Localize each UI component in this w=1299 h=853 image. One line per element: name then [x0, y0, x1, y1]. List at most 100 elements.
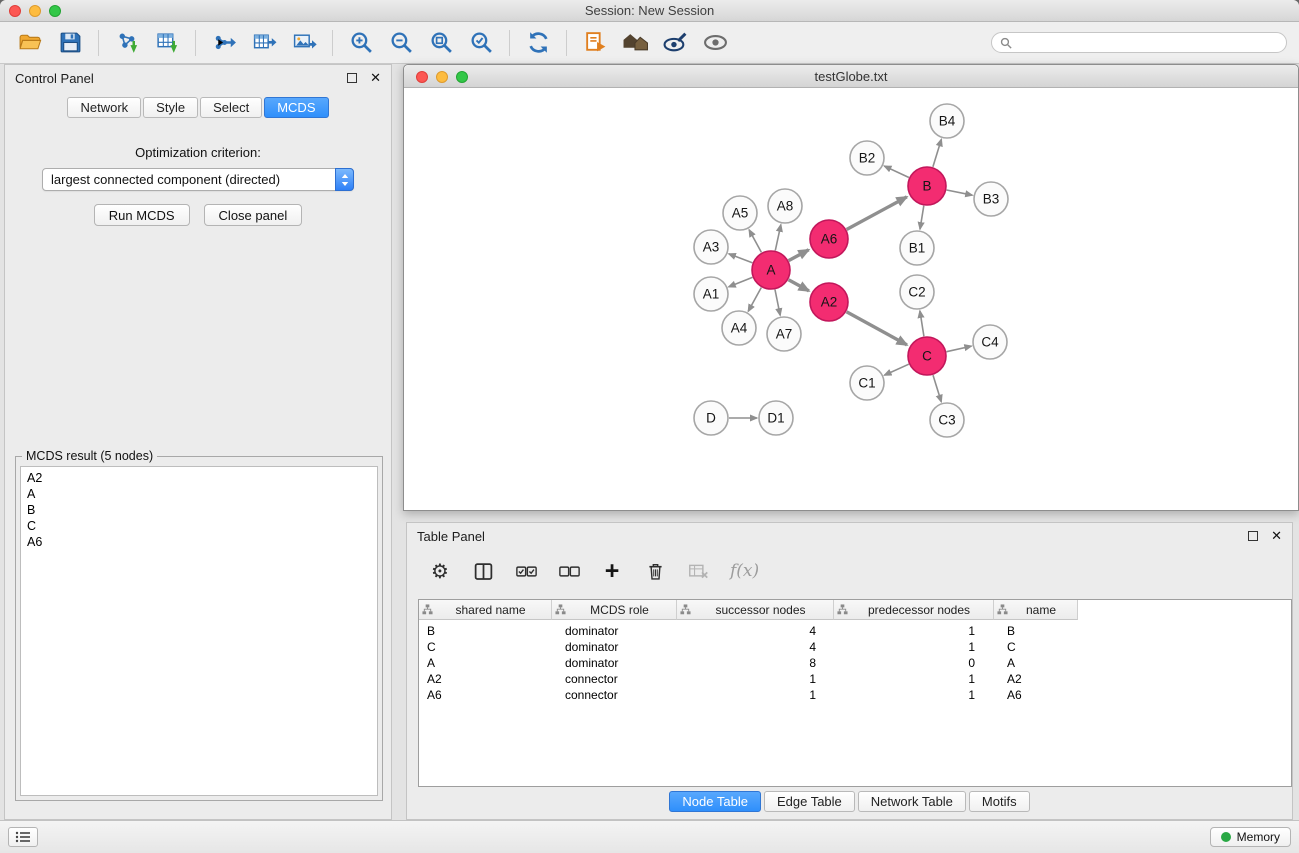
export-table-button[interactable]: [247, 26, 281, 60]
column-header-predecessor-nodes[interactable]: predecessor nodes: [834, 600, 994, 620]
memory-button[interactable]: Memory: [1210, 827, 1291, 847]
network-node-C[interactable]: C: [908, 337, 946, 375]
network-edge[interactable]: [775, 225, 781, 251]
float-table-panel-icon[interactable]: [1248, 531, 1258, 541]
network-node-D[interactable]: D: [694, 401, 728, 435]
network-edge[interactable]: [748, 288, 761, 312]
network-window-titlebar[interactable]: testGlobe.txt: [404, 65, 1298, 88]
network-node-A6[interactable]: A6: [810, 220, 848, 258]
network-edge[interactable]: [729, 277, 753, 287]
close-panel-button[interactable]: Close panel: [204, 204, 303, 226]
network-edge[interactable]: [789, 250, 809, 261]
table-row[interactable]: Bdominator41B: [419, 623, 1291, 639]
network-node-A4[interactable]: A4: [722, 311, 756, 345]
network-node-B2[interactable]: B2: [850, 141, 884, 175]
function-builder-button[interactable]: f(x): [730, 561, 759, 581]
close-table-panel-icon[interactable]: ✕: [1271, 531, 1282, 541]
network-edge[interactable]: [947, 190, 973, 195]
tab-node-table[interactable]: Node Table: [669, 791, 761, 812]
delete-table-button[interactable]: [687, 561, 709, 582]
network-node-A8[interactable]: A8: [768, 189, 802, 223]
select-all-button[interactable]: [515, 561, 537, 582]
network-node-A7[interactable]: A7: [767, 317, 801, 351]
close-window-button[interactable]: [9, 5, 21, 17]
zoom-out-button[interactable]: [384, 26, 418, 60]
show-panels-button[interactable]: [8, 827, 38, 847]
network-edge[interactable]: [729, 254, 753, 263]
save-session-button[interactable]: [53, 26, 87, 60]
birdseye-view-button[interactable]: [698, 26, 732, 60]
network-edge[interactable]: [933, 375, 941, 402]
tab-edge-table[interactable]: Edge Table: [764, 791, 855, 812]
network-node-B3[interactable]: B3: [974, 182, 1008, 216]
network-view[interactable]: AA1A2A3A4A5A6A7A8BB1B2B3B4CC1C2C3C4DD1: [404, 88, 1298, 510]
tab-mcds[interactable]: MCDS: [264, 97, 328, 118]
network-node-A[interactable]: A: [752, 251, 790, 289]
table-row[interactable]: Adominator80A: [419, 655, 1291, 671]
zoom-selected-button[interactable]: [464, 26, 498, 60]
zoom-window-button[interactable]: [49, 5, 61, 17]
network-node-B4[interactable]: B4: [930, 104, 964, 138]
mcds-result-item[interactable]: B: [21, 502, 377, 518]
network-node-B[interactable]: B: [908, 167, 946, 205]
mcds-result-item[interactable]: C: [21, 518, 377, 534]
network-node-A3[interactable]: A3: [694, 230, 728, 264]
table-settings-button[interactable]: ⚙: [429, 561, 451, 581]
network-node-C2[interactable]: C2: [900, 275, 934, 309]
float-panel-icon[interactable]: [347, 73, 357, 83]
network-node-A5[interactable]: A5: [723, 196, 757, 230]
mcds-result-item[interactable]: A2: [21, 470, 377, 486]
network-edge[interactable]: [947, 346, 972, 352]
network-edge[interactable]: [749, 230, 761, 253]
deselect-all-button[interactable]: [558, 561, 580, 582]
network-node-C4[interactable]: C4: [973, 325, 1007, 359]
network-edge[interactable]: [789, 280, 809, 291]
network-edge[interactable]: [884, 166, 909, 178]
network-edge[interactable]: [847, 197, 907, 230]
import-network-button[interactable]: [110, 26, 144, 60]
column-header-shared-name[interactable]: shared name: [419, 600, 552, 620]
open-session-button[interactable]: [13, 26, 47, 60]
network-node-B1[interactable]: B1: [900, 231, 934, 265]
column-header-mcds-role[interactable]: MCDS role: [552, 600, 677, 620]
column-header-successor-nodes[interactable]: successor nodes: [677, 600, 834, 620]
column-settings-button[interactable]: [472, 561, 494, 582]
zoom-in-button[interactable]: [344, 26, 378, 60]
table-row[interactable]: A6connector11A6: [419, 687, 1291, 703]
column-header-name[interactable]: name: [994, 600, 1078, 620]
network-node-D1[interactable]: D1: [759, 401, 793, 435]
search-field[interactable]: [991, 32, 1287, 53]
mcds-result-item[interactable]: A6: [21, 534, 377, 550]
tab-style[interactable]: Style: [143, 97, 198, 118]
mcds-result-item[interactable]: A: [21, 486, 377, 502]
tab-motifs[interactable]: Motifs: [969, 791, 1030, 812]
graphics-details-button[interactable]: [658, 26, 692, 60]
zoom-network-window-button[interactable]: [456, 71, 468, 83]
network-canvas[interactable]: AA1A2A3A4A5A6A7A8BB1B2B3B4CC1C2C3C4DD1: [404, 88, 1298, 510]
zoom-fit-button[interactable]: [424, 26, 458, 60]
tab-select[interactable]: Select: [200, 97, 262, 118]
export-network-button[interactable]: [207, 26, 241, 60]
app-titlebar[interactable]: Session: New Session: [0, 0, 1299, 22]
close-network-window-button[interactable]: [416, 71, 428, 83]
minimize-network-window-button[interactable]: [436, 71, 448, 83]
search-input[interactable]: [1017, 36, 1278, 50]
minimize-window-button[interactable]: [29, 5, 41, 17]
network-edge[interactable]: [884, 364, 909, 375]
add-column-button[interactable]: +: [601, 561, 623, 581]
network-node-C3[interactable]: C3: [930, 403, 964, 437]
import-table-button[interactable]: [150, 26, 184, 60]
apply-layout-button[interactable]: [521, 26, 555, 60]
tab-network[interactable]: Network: [67, 97, 141, 118]
network-edge[interactable]: [847, 312, 907, 345]
network-node-A1[interactable]: A1: [694, 277, 728, 311]
table-row[interactable]: Cdominator41C: [419, 639, 1291, 655]
export-image-button[interactable]: [287, 26, 321, 60]
network-edge[interactable]: [775, 290, 780, 316]
network-node-C1[interactable]: C1: [850, 366, 884, 400]
table-row[interactable]: A2connector11A2: [419, 671, 1291, 687]
copy-document-button[interactable]: [578, 26, 612, 60]
close-panel-icon[interactable]: ✕: [370, 73, 381, 83]
mcds-result-list[interactable]: A2ABCA6: [20, 466, 378, 796]
delete-column-button[interactable]: [644, 561, 666, 582]
